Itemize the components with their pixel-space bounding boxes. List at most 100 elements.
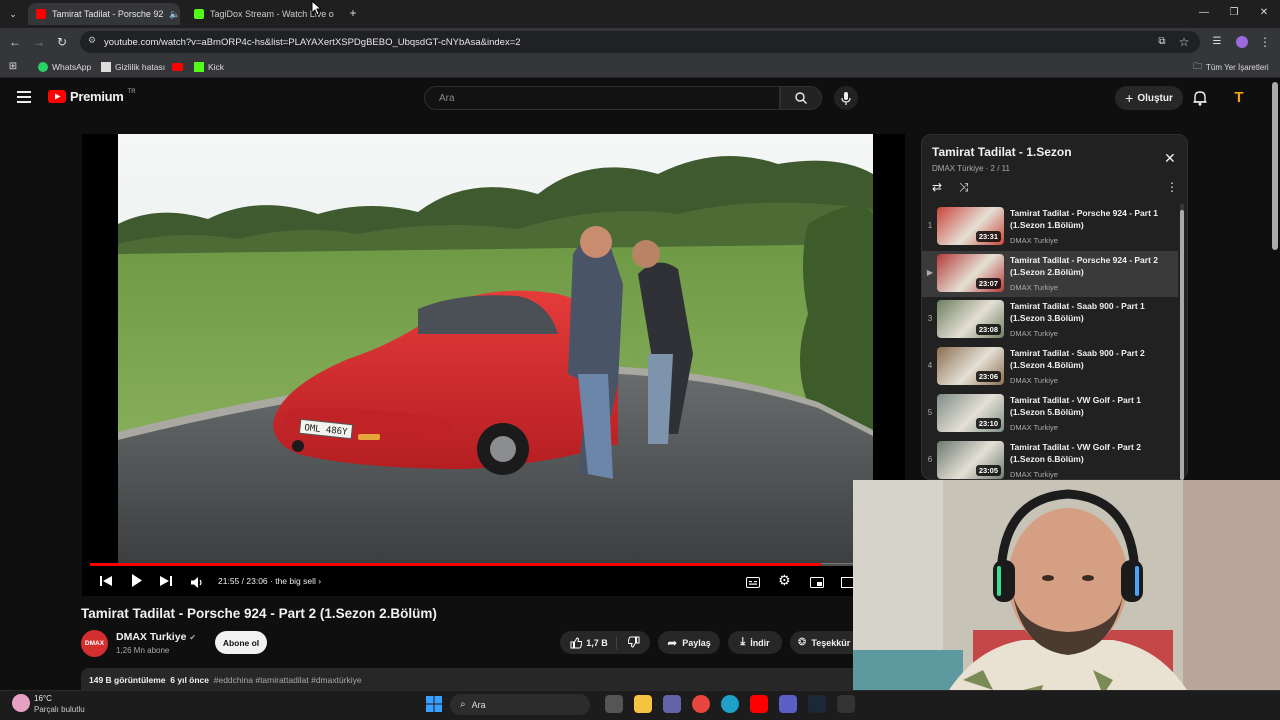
- youtube-icon: [172, 63, 183, 71]
- apps-grid-icon[interactable]: ⊞: [7, 60, 19, 74]
- mute-button[interactable]: [191, 575, 203, 593]
- playlist-scrollbar-thumb[interactable]: [1180, 210, 1184, 480]
- subscribe-button[interactable]: Abone ol: [215, 631, 267, 654]
- app-icon[interactable]: [837, 695, 855, 713]
- playlist-item-thumbnail[interactable]: 23:10: [937, 394, 1004, 432]
- next-button[interactable]: [160, 574, 172, 592]
- youtube-logo-icon: [48, 90, 66, 103]
- bookmark-whatsapp[interactable]: WhatsApp: [38, 60, 91, 74]
- address-bar[interactable]: ⚙ youtube.com/watch?v=aBmORP4c-hs&list=P…: [80, 31, 1200, 53]
- youtube-favicon-icon: [36, 9, 46, 19]
- youtube-premium-logo[interactable]: Premium TR: [48, 89, 136, 104]
- app-icon[interactable]: [779, 695, 797, 713]
- miniplayer-button[interactable]: [810, 575, 824, 593]
- hashtags[interactable]: #eddchina #tamirattadilat #dmaxtürkiye: [214, 675, 362, 685]
- page-scrollbar[interactable]: [1272, 82, 1278, 250]
- settings-button[interactable]: ⚙: [778, 572, 791, 589]
- skip-next-icon: [160, 576, 172, 586]
- playlist-title[interactable]: Tamirat Tadilat - 1.Sezon: [932, 145, 1072, 159]
- site-info-icon[interactable]: ⚙: [88, 35, 96, 46]
- search-input[interactable]: Ara: [424, 86, 780, 110]
- kick-icon: [194, 62, 204, 72]
- notifications-button[interactable]: [1193, 90, 1207, 111]
- minimize-icon[interactable]: —: [1196, 6, 1212, 20]
- play-button[interactable]: [131, 574, 143, 592]
- download-button[interactable]: ⤓ İndir: [728, 631, 782, 654]
- weather-status[interactable]: Parçalı bulutlu: [34, 705, 85, 714]
- playlist-item-thumbnail[interactable]: 23:05: [937, 441, 1004, 479]
- channel-name[interactable]: DMAX Turkiye ✔: [116, 631, 196, 643]
- weather-temperature[interactable]: 16°C: [34, 694, 52, 703]
- chapter-title[interactable]: the big sell: [275, 576, 316, 586]
- playlist-item-title[interactable]: Tamirat Tadilat - Saab 900 - Part 1 (1.S…: [1010, 300, 1170, 324]
- subtitles-button[interactable]: [746, 575, 760, 593]
- bookmark-youtube[interactable]: [172, 60, 183, 74]
- playlist-item-thumbnail[interactable]: 23:31: [937, 207, 1004, 245]
- like-button[interactable]: 1,7 B: [570, 636, 617, 649]
- playlist-item-title[interactable]: Tamirat Tadilat - VW Golf - Part 2 (1.Se…: [1010, 441, 1170, 465]
- duration-badge: 23:06: [975, 371, 1001, 382]
- playlist-item-thumbnail[interactable]: 23:06: [937, 347, 1004, 385]
- chrome-icon[interactable]: [692, 695, 710, 713]
- reload-icon[interactable]: ↻: [55, 35, 69, 49]
- search-button[interactable]: [780, 86, 822, 110]
- file-explorer-icon[interactable]: [634, 695, 652, 713]
- playlist-item-title[interactable]: Tamirat Tadilat - VW Golf - Part 1 (1.Se…: [1010, 394, 1170, 418]
- gear-icon: ⚙: [778, 572, 791, 588]
- captions-icon: [746, 577, 760, 588]
- maximize-icon[interactable]: ❐: [1226, 6, 1242, 20]
- task-view-icon[interactable]: [605, 695, 623, 713]
- teams-icon[interactable]: [663, 695, 681, 713]
- back-icon[interactable]: ←: [8, 35, 22, 49]
- tab-search-icon[interactable]: ⌄: [6, 7, 20, 21]
- hamburger-menu-icon[interactable]: [17, 91, 31, 103]
- steam-icon[interactable]: [808, 695, 826, 713]
- webcam-overlay: [853, 480, 1280, 720]
- playlist-item-title[interactable]: Tamirat Tadilat - Porsche 924 - Part 1 (…: [1010, 207, 1170, 231]
- dislike-button[interactable]: [622, 636, 640, 650]
- tab-youtube[interactable]: Tamirat Tadilat - Porsche 92 🔈 ✕: [28, 3, 180, 25]
- playlist-item-thumbnail[interactable]: 23:07: [937, 254, 1004, 292]
- all-bookmarks[interactable]: 🗀 Tüm Yer İşaretleri: [1193, 60, 1269, 74]
- folder-icon: 🗀: [1193, 61, 1203, 71]
- weather-icon[interactable]: [12, 694, 30, 712]
- taskbar-search[interactable]: ⌕ Ara: [450, 694, 590, 715]
- playlist-item-thumbnail[interactable]: 23:08: [937, 300, 1004, 338]
- reading-list-icon[interactable]: ☰: [1210, 35, 1224, 49]
- profile-icon[interactable]: [1236, 36, 1248, 48]
- search-icon: [795, 92, 807, 104]
- playlist-item-index: 4: [927, 361, 933, 370]
- playlist-item-title[interactable]: Tamirat Tadilat - Saab 900 - Part 2 (1.S…: [1010, 347, 1170, 371]
- user-avatar[interactable]: T: [1229, 88, 1249, 108]
- url-text: youtube.com/watch?v=aBmORP4c-hs&list=PLA…: [104, 36, 521, 48]
- start-button[interactable]: [426, 696, 442, 717]
- edge-icon[interactable]: [721, 695, 739, 713]
- previous-button[interactable]: [100, 574, 112, 592]
- install-app-icon[interactable]: ⧉: [1155, 35, 1169, 49]
- theater-mode-button[interactable]: [841, 575, 856, 593]
- menu-icon[interactable]: ⋮: [1258, 35, 1272, 49]
- windows-logo-icon: [426, 696, 442, 712]
- playlist-menu-button[interactable]: ⋮: [1166, 180, 1178, 194]
- bookmark-star-icon[interactable]: ☆: [1177, 35, 1191, 49]
- playlist-subtitle: DMAX Türkiye · 2 / 11: [932, 164, 1010, 173]
- youtube-app-icon[interactable]: [750, 695, 768, 713]
- channel-avatar[interactable]: DMAX: [81, 630, 108, 657]
- share-button[interactable]: ➦ Paylaş: [658, 631, 720, 654]
- playlist-item-channel: DMAX Turkiye: [1010, 329, 1058, 338]
- loop-button[interactable]: ⇄: [932, 180, 942, 194]
- playlist-item-index: 3: [927, 314, 933, 323]
- bookmark-kick[interactable]: Kick: [194, 60, 224, 74]
- close-icon: ✕: [1164, 150, 1176, 166]
- close-playlist-button[interactable]: ✕: [1164, 150, 1176, 167]
- description-box[interactable]: 149 B görüntüleme 6 yıl önce #eddchina #…: [81, 668, 871, 692]
- bookmark-privacy-error[interactable]: Gizlilik hatası: [101, 60, 165, 74]
- video-player[interactable]: OML 486Y: [82, 134, 905, 596]
- create-button[interactable]: + Oluştur: [1115, 86, 1183, 110]
- window-close-icon[interactable]: ✕: [1256, 6, 1272, 20]
- playlist-item-title[interactable]: Tamirat Tadilat - Porsche 924 - Part 2 (…: [1010, 254, 1170, 278]
- shuffle-button[interactable]: ⤨: [959, 180, 969, 195]
- new-tab-icon[interactable]: +: [346, 6, 360, 20]
- voice-search-button[interactable]: [834, 86, 858, 110]
- forward-icon[interactable]: →: [32, 35, 46, 49]
